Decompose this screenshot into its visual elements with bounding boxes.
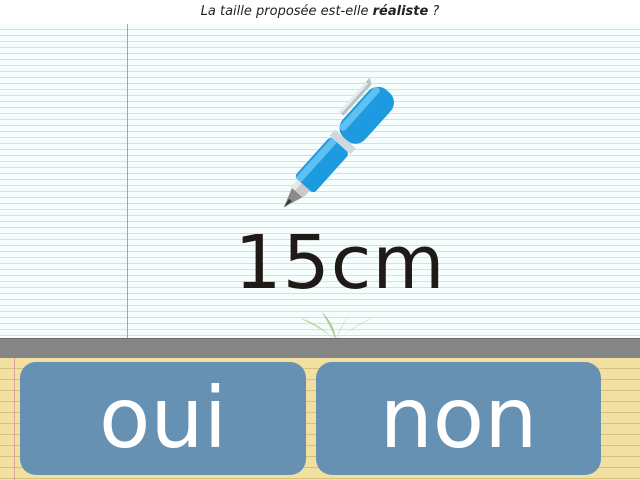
size-label: 15cm	[234, 220, 446, 306]
question-text: La taille proposée est-elle réaliste ?	[0, 0, 640, 24]
yes-button[interactable]: oui	[20, 362, 306, 475]
question-prefix: La taille proposée est-elle	[200, 4, 373, 19]
question-suffix: ?	[428, 4, 440, 19]
margin-line	[127, 24, 128, 338]
tray-margin-line	[14, 358, 15, 480]
no-button[interactable]: non	[316, 362, 601, 475]
shelf-bar	[0, 338, 640, 359]
question-emphasis: réaliste	[372, 4, 429, 19]
pen-icon	[283, 77, 394, 208]
